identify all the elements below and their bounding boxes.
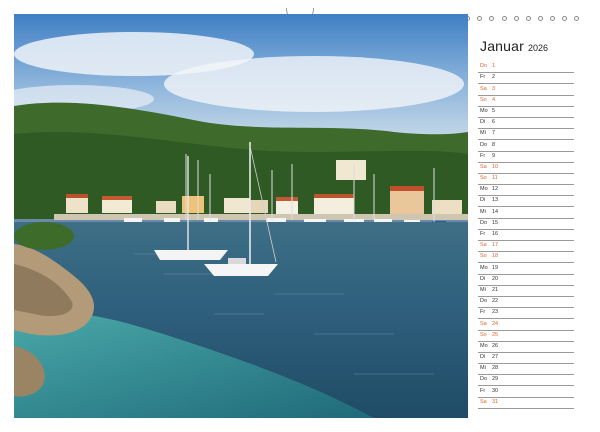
day-number: 28 [492, 365, 499, 372]
day-number: 2 [492, 74, 496, 81]
weekday-label: Sa [480, 320, 487, 327]
day-number: 16 [492, 231, 499, 237]
day-number: 13 [492, 197, 499, 204]
calendar-page: Januar 2026 Do 1 Fr 2 Sa 3 So 4 Mo 5 Di 6 Mi 7 Do 8 Fr 9 Sa… [0, 0, 600, 432]
month-name: Januar [480, 38, 525, 54]
harbor-photo [14, 14, 468, 418]
day-number: 14 [492, 208, 499, 215]
day-number: 7 [492, 130, 496, 137]
weekday-label: Di [480, 119, 486, 126]
weekday-label: Fr [480, 309, 486, 316]
day-number: 4 [492, 96, 496, 103]
weekday-label: Fr [480, 74, 486, 81]
weekday-label: So [480, 331, 487, 338]
day-number: 29 [492, 376, 499, 383]
day-number: 31 [492, 398, 499, 405]
weekday-label: Di [480, 354, 486, 361]
binding-hole [514, 16, 519, 21]
binding-hole [562, 16, 567, 21]
weekday-label: Mo [480, 107, 488, 114]
binding-hole [502, 16, 507, 21]
day-row: Sa 31 [478, 398, 574, 409]
weekday-label: Mi [480, 286, 486, 293]
day-number: 11 [492, 175, 498, 182]
weekday-label: Di [480, 275, 486, 282]
weekday-label: Sa [480, 242, 487, 249]
day-number: 9 [492, 152, 496, 159]
day-number: 8 [492, 141, 496, 148]
weekday-label: Sa [480, 85, 487, 92]
day-number: 18 [492, 253, 499, 260]
binding-hole [477, 16, 482, 21]
weekday-label: Mi [480, 365, 486, 372]
weekday-label: So [480, 175, 487, 182]
day-number: 30 [492, 387, 499, 394]
binding-hole [526, 16, 531, 21]
weekday-label: Do [480, 298, 488, 305]
day-number: 26 [492, 342, 499, 349]
weekday-label: Mo [480, 264, 488, 271]
harbor-photo-icon [14, 14, 468, 418]
day-number: 24 [492, 320, 499, 327]
day-number: 21 [492, 286, 499, 293]
weekday-label: Mo [480, 186, 488, 193]
weekday-label: Fr [480, 231, 486, 237]
day-number: 19 [492, 264, 499, 271]
day-number: 15 [492, 219, 499, 226]
weekday-label: Sa [480, 163, 487, 170]
day-number: 5 [492, 107, 496, 114]
weekday-label: Di [480, 197, 486, 204]
weekday-label: Fr [480, 387, 486, 394]
weekday-label: So [480, 253, 487, 260]
day-number: 12 [492, 186, 499, 193]
weekday-label: Sa [480, 398, 487, 405]
weekday-label: Mi [480, 130, 486, 137]
weekday-label: So [480, 96, 487, 103]
calendar-column: Januar 2026 Do 1 Fr 2 Sa 3 So 4 Mo 5 Di 6 Mi 7 Do 8 Fr 9 Sa… [478, 38, 578, 410]
binding-hole [489, 16, 494, 21]
weekday-label: Mi [480, 208, 486, 215]
day-number: 27 [492, 354, 499, 361]
binding-hole [550, 16, 555, 21]
binding-hole [574, 16, 579, 21]
day-number: 17 [492, 242, 499, 249]
day-number: 6 [492, 119, 496, 126]
weekday-label: Do [480, 376, 488, 383]
day-number: 1 [492, 63, 496, 70]
day-number: 3 [492, 85, 496, 92]
day-number: 20 [492, 275, 499, 282]
weekday-label: Mo [480, 342, 488, 349]
weekday-label: Fr [480, 152, 486, 159]
day-number: 22 [492, 298, 499, 305]
weekday-label: Do [480, 141, 488, 148]
day-number: 25 [492, 331, 499, 338]
month-header: Januar 2026 [480, 38, 578, 58]
binding-hole [538, 16, 543, 21]
day-list: Do 1 Fr 2 Sa 3 So 4 Mo 5 Di 6 Mi 7 Do 8 Fr 9 Sa 10 So 11 Mo 12 D… [478, 62, 574, 409]
year-label: 2026 [528, 43, 549, 53]
day-number: 23 [492, 309, 499, 316]
weekday-label: Do [480, 63, 488, 70]
day-number: 10 [492, 163, 499, 170]
weekday-label: Do [480, 219, 488, 226]
